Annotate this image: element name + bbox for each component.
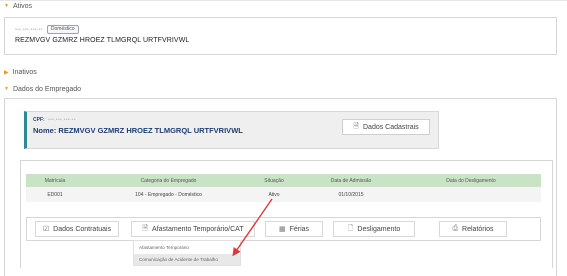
afastamento-label: Afastamento Temporário/CAT [152,225,244,233]
document-icon: 🗎 [142,224,149,232]
menu-item-afastamento-temporario[interactable]: Afastamento Temporário [134,242,240,253]
top-divider [0,0,567,1]
section-dados-empregado-label: Dados do Empregado [12,86,82,93]
section-inativos-header[interactable]: ▶ Inativos [4,69,37,76]
actions-bar: ☑ Dados Contratuais 🗎 Afastamento Tempor… [26,217,541,241]
cpf-masked: •••.•••.•••-•• [48,117,76,123]
ferias-button[interactable]: ▦ Férias [265,221,323,237]
col-matricula: Matrícula [44,177,66,184]
cpf-label: CPF: [33,117,45,123]
printer-icon: ⎙ [452,225,459,232]
employee-name: Nome: REZMVGV GZMRZ HROEZ TLMGRQL URTFVR… [33,126,243,135]
desligamento-label: Desligamento [357,225,401,233]
caret-down-icon: ▼ [4,86,9,92]
relatorios-label: Relatórios [462,225,494,233]
dados-contratuais-label: Dados Contratuais [53,225,112,233]
section-inativos-label: Inativos [12,69,37,76]
menu-item-comunicacao-acidente[interactable]: Comunicação de Acidente de Trabalho [134,254,240,265]
section-dados-empregado-header[interactable]: ▼ Dados do Empregado [4,86,81,93]
ativos-box: •••.•••.•••-•• Doméstico REZMVGV GZMRZ H… [4,17,557,55]
dados-contratuais-button[interactable]: ☑ Dados Contratuais [35,221,119,237]
dados-cadastrais-label: Dados Cadastrais [363,123,419,131]
cell-situacao: Ativo [268,191,280,198]
table-row[interactable]: ED001 104 - Empregado - Doméstico Ativo … [26,187,541,202]
domestico-tag: Doméstico [46,25,79,34]
section-ativos-label: Ativos [12,3,33,10]
ferias-label: Férias [289,225,310,233]
file-exit-icon: 🗋 [347,224,354,232]
caret-right-icon: ▶ [4,69,9,76]
relatorios-button[interactable]: ⎙ Relatórios [439,221,507,237]
table-header: Matrícula Categoria do Empregado Situaçã… [26,174,541,187]
cell-matricula: ED001 [47,191,63,198]
employee-name-link[interactable]: REZMVGV GZMRZ HROEZ TLMGRQL URTFVRIVWL [15,37,189,44]
col-categoria: Categoria do Empregado [140,177,197,184]
cell-data-admissao: 01/10/2015 [338,191,364,198]
cpf-masked: •••.•••.•••-•• [15,26,43,33]
cell-categoria: 104 - Empregado - Doméstico [135,191,202,198]
afastamento-dropdown-menu: Afastamento Temporário Comunicação de Ac… [133,240,241,266]
afastamento-button[interactable]: 🗎 Afastamento Temporário/CAT [131,221,255,237]
col-situacao: Situação [264,177,284,184]
caret-down-icon: ▼ [4,3,9,9]
desligamento-button[interactable]: 🗋 Desligamento [333,221,415,237]
calendar-icon: ▦ [278,226,286,233]
section-ativos-header[interactable]: ▼ Ativos [4,3,32,10]
dados-cadastrais-button[interactable]: 🗎 Dados Cadastrais [342,119,430,135]
col-data-desligamento: Data do Desligamento [446,177,496,184]
checklist-icon: ☑ [42,226,50,233]
col-data-admissao: Data de Admissão [330,177,372,184]
document-icon: 🗎 [353,122,359,130]
